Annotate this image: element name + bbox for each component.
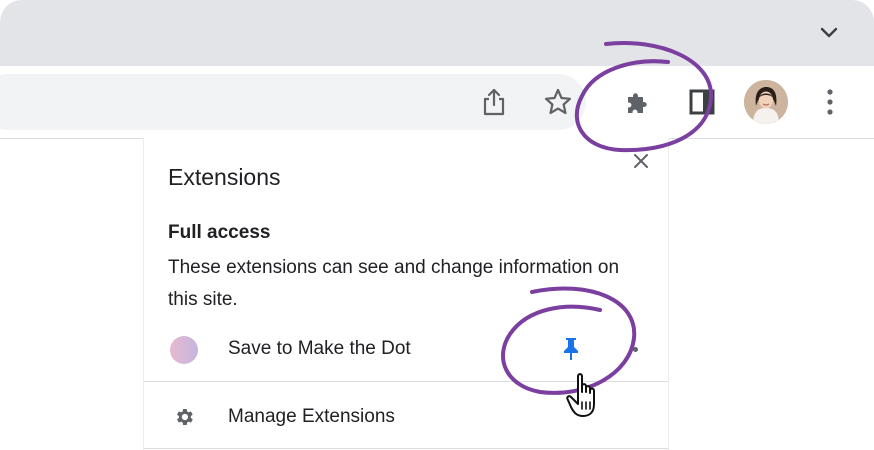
manage-extensions-label: Manage Extensions xyxy=(228,406,395,427)
share-button[interactable] xyxy=(474,82,514,122)
divider xyxy=(144,448,668,449)
extension-more-button[interactable] xyxy=(633,347,638,352)
side-panel-icon xyxy=(689,89,715,115)
gear-icon xyxy=(172,405,196,429)
extension-icon xyxy=(170,336,198,364)
avatar[interactable] xyxy=(744,80,788,124)
browser-window: Extensions Full access These extensions … xyxy=(0,0,874,450)
hand-cursor-icon xyxy=(566,373,595,417)
browser-menu-button[interactable] xyxy=(810,82,850,122)
profile-photo xyxy=(744,80,788,124)
extension-row[interactable]: Save to Make the Dot xyxy=(144,324,668,376)
side-panel-button[interactable] xyxy=(682,82,722,122)
tab-strip xyxy=(0,0,874,66)
toolbar xyxy=(0,66,874,139)
tab-search-button[interactable] xyxy=(814,18,844,46)
kebab-menu-icon xyxy=(827,89,833,115)
pin-button[interactable] xyxy=(556,334,586,364)
popup-title: Extensions xyxy=(168,164,281,190)
extensions-button[interactable] xyxy=(618,82,658,122)
close-icon xyxy=(634,154,648,168)
pin-icon xyxy=(564,338,578,360)
chevron-down-icon xyxy=(820,27,838,38)
full-access-heading: Full access xyxy=(168,222,271,243)
puzzle-icon xyxy=(628,93,647,113)
bookmark-button[interactable] xyxy=(538,82,578,122)
extension-name: Save to Make the Dot xyxy=(228,338,411,359)
close-button[interactable] xyxy=(628,148,654,174)
star-icon xyxy=(544,88,572,115)
full-access-description: These extensions can see and change info… xyxy=(168,257,620,310)
share-icon xyxy=(483,88,505,116)
